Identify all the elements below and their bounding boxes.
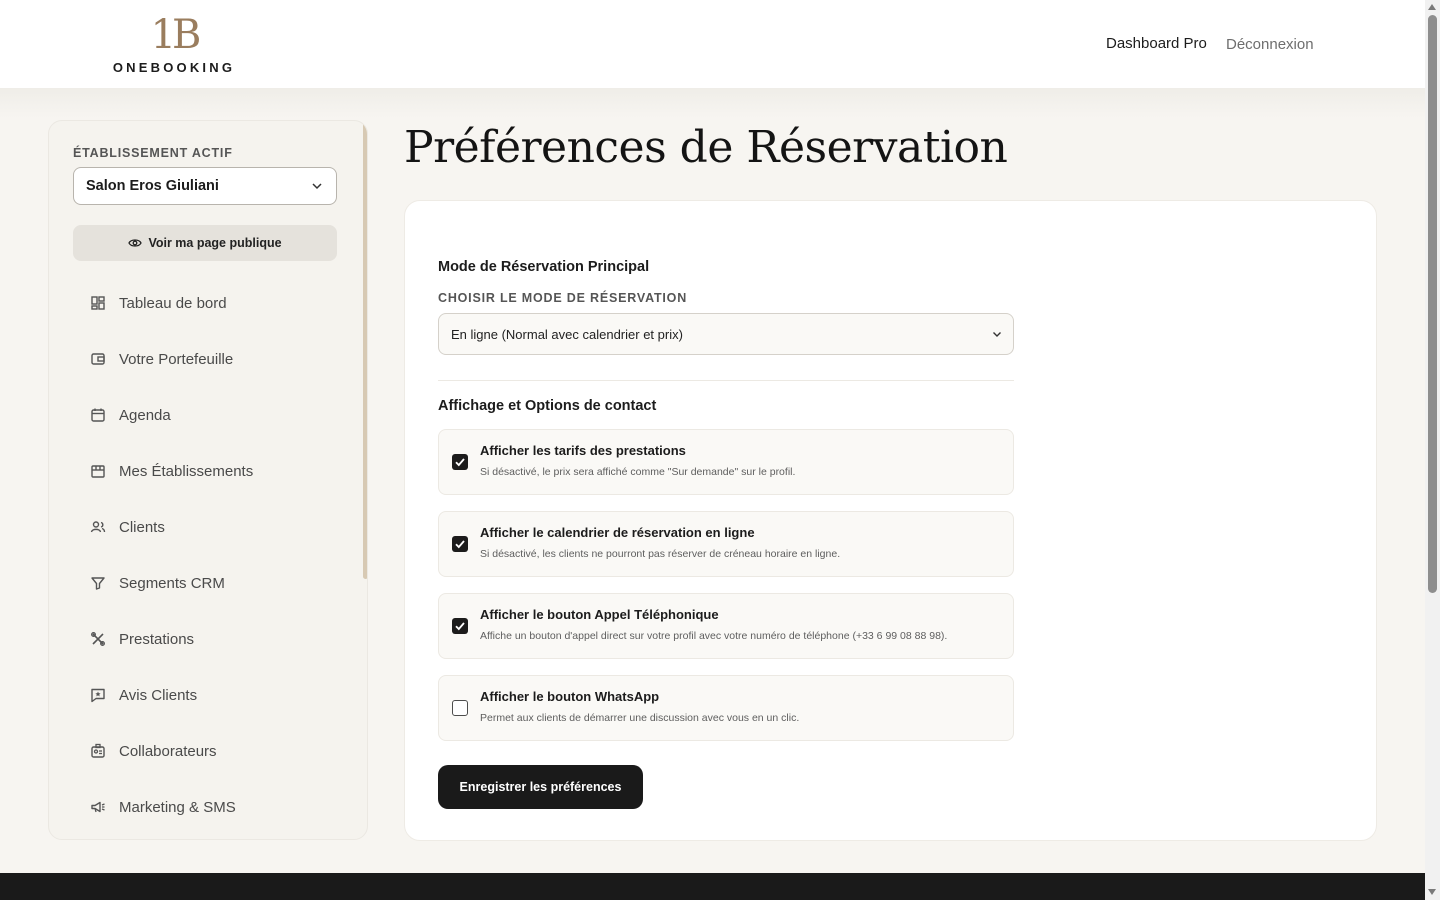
chevron-down-icon <box>993 332 1001 337</box>
eye-icon <box>128 239 143 247</box>
option-title: Afficher le bouton WhatsApp <box>480 689 660 704</box>
sidebar-item-crm-segments[interactable]: Segments CRM <box>89 563 339 603</box>
sidebar-scrollbar[interactable] <box>363 121 367 579</box>
show-calendar-checkbox[interactable] <box>452 536 468 552</box>
section-divider <box>438 380 1014 381</box>
sidebar-item-wallet[interactable]: Votre Portefeuille <box>89 339 339 379</box>
sidebar-item-label: Marketing & SMS <box>119 798 236 816</box>
store-icon <box>89 462 107 480</box>
chevron-down-icon <box>312 183 322 190</box>
sidebar-item-label: Mes Établissements <box>119 462 254 480</box>
logo-wordmark: ONEBOOKING <box>112 60 236 75</box>
sidebar-item-label: Prestations <box>119 630 195 648</box>
footer <box>0 873 1425 900</box>
badge-icon <box>89 742 107 760</box>
checkmark-icon <box>455 540 465 549</box>
option-show-call-button[interactable]: Afficher le bouton Appel Téléphonique Af… <box>438 593 1014 659</box>
booking-mode-value: En ligne (Normal avec calendrier et prix… <box>451 327 683 342</box>
sidebar-item-clients[interactable]: Clients <box>89 507 339 547</box>
preferences-card: Mode de Réservation Principal CHOISIR LE… <box>404 200 1377 841</box>
sidebar-item-dashboard[interactable]: Tableau de bord <box>89 283 339 323</box>
sidebar-item-label: Collaborateurs <box>119 742 217 760</box>
view-public-page-label: Voir ma page publique <box>148 236 282 250</box>
mode-field-label: CHOISIR LE MODE DE RÉSERVATION <box>438 291 688 305</box>
logo-mark: 1B <box>150 12 202 58</box>
sidebar-item-services[interactable]: Prestations <box>89 619 339 659</box>
review-icon <box>89 686 107 704</box>
sidebar-item-collaborators[interactable]: Collaborateurs <box>89 731 339 771</box>
section-title-display: Affichage et Options de contact <box>438 398 657 414</box>
establishment-select[interactable]: Salon Eros Giuliani <box>73 167 337 205</box>
page-scrollbar[interactable] <box>1425 0 1440 900</box>
scroll-down-arrow-icon[interactable] <box>1428 889 1436 895</box>
sidebar-item-marketing[interactable]: Marketing & SMS <box>89 787 339 827</box>
sidebar: ÉTABLISSEMENT ACTIF Salon Eros Giuliani … <box>48 120 368 840</box>
scroll-up-arrow-icon[interactable] <box>1428 4 1436 10</box>
logo[interactable]: 1B ONEBOOKING <box>112 14 236 75</box>
filter-icon <box>89 574 107 592</box>
option-description: Si désactivé, les clients ne pourront pa… <box>480 548 841 560</box>
option-title: Afficher le bouton Appel Téléphonique <box>480 607 719 622</box>
sidebar-item-establishments[interactable]: Mes Établissements <box>89 451 339 491</box>
section-title-mode: Mode de Réservation Principal <box>438 259 650 275</box>
option-show-calendar[interactable]: Afficher le calendrier de réservation en… <box>438 511 1014 577</box>
save-preferences-button[interactable]: Enregistrer les préférences <box>438 765 643 809</box>
sidebar-item-label: Segments CRM <box>119 574 225 592</box>
nav-dashboard-pro-link[interactable]: Dashboard Pro <box>1106 35 1207 52</box>
tools-icon <box>89 630 107 648</box>
sidebar-item-reviews[interactable]: Avis Clients <box>89 675 339 715</box>
top-header: 1B ONEBOOKING Dashboard Pro Déconnexion <box>0 0 1425 88</box>
megaphone-icon <box>89 798 107 816</box>
calendar-icon <box>89 406 107 424</box>
dashboard-icon <box>89 294 107 312</box>
option-description: Si désactivé, le prix sera affiché comme… <box>480 466 796 478</box>
option-title: Afficher les tarifs des prestations <box>480 443 686 458</box>
sidebar-item-label: Tableau de bord <box>119 294 227 312</box>
wallet-icon <box>89 350 107 368</box>
option-description: Affiche un bouton d'appel direct sur vot… <box>480 630 948 642</box>
active-establishment-label: ÉTABLISSEMENT ACTIF <box>73 146 233 160</box>
page-title: Préférences de Réservation <box>404 122 1008 173</box>
sidebar-item-agenda[interactable]: Agenda <box>89 395 339 435</box>
nav-logout-link[interactable]: Déconnexion <box>1226 36 1314 53</box>
view-public-page-button[interactable]: Voir ma page publique <box>73 225 337 261</box>
sidebar-item-label: Agenda <box>119 406 171 424</box>
checkmark-icon <box>455 622 465 631</box>
scrollbar-thumb[interactable] <box>1428 15 1437 593</box>
sidebar-item-label: Clients <box>119 518 165 536</box>
checkmark-icon <box>455 458 465 467</box>
header-shadow <box>0 88 1425 118</box>
sidebar-item-label: Avis Clients <box>119 686 198 704</box>
show-prices-checkbox[interactable] <box>452 454 468 470</box>
show-call-button-checkbox[interactable] <box>452 618 468 634</box>
show-whatsapp-checkbox[interactable] <box>452 700 468 716</box>
option-show-whatsapp[interactable]: Afficher le bouton WhatsApp Permet aux c… <box>438 675 1014 741</box>
option-title: Afficher le calendrier de réservation en… <box>480 525 755 540</box>
users-icon <box>89 518 107 536</box>
booking-mode-select[interactable]: En ligne (Normal avec calendrier et prix… <box>438 313 1014 355</box>
sidebar-item-label: Votre Portefeuille <box>119 350 234 368</box>
establishment-select-value: Salon Eros Giuliani <box>86 178 219 194</box>
option-description: Permet aux clients de démarrer une discu… <box>480 712 800 724</box>
option-show-prices[interactable]: Afficher les tarifs des prestations Si d… <box>438 429 1014 495</box>
